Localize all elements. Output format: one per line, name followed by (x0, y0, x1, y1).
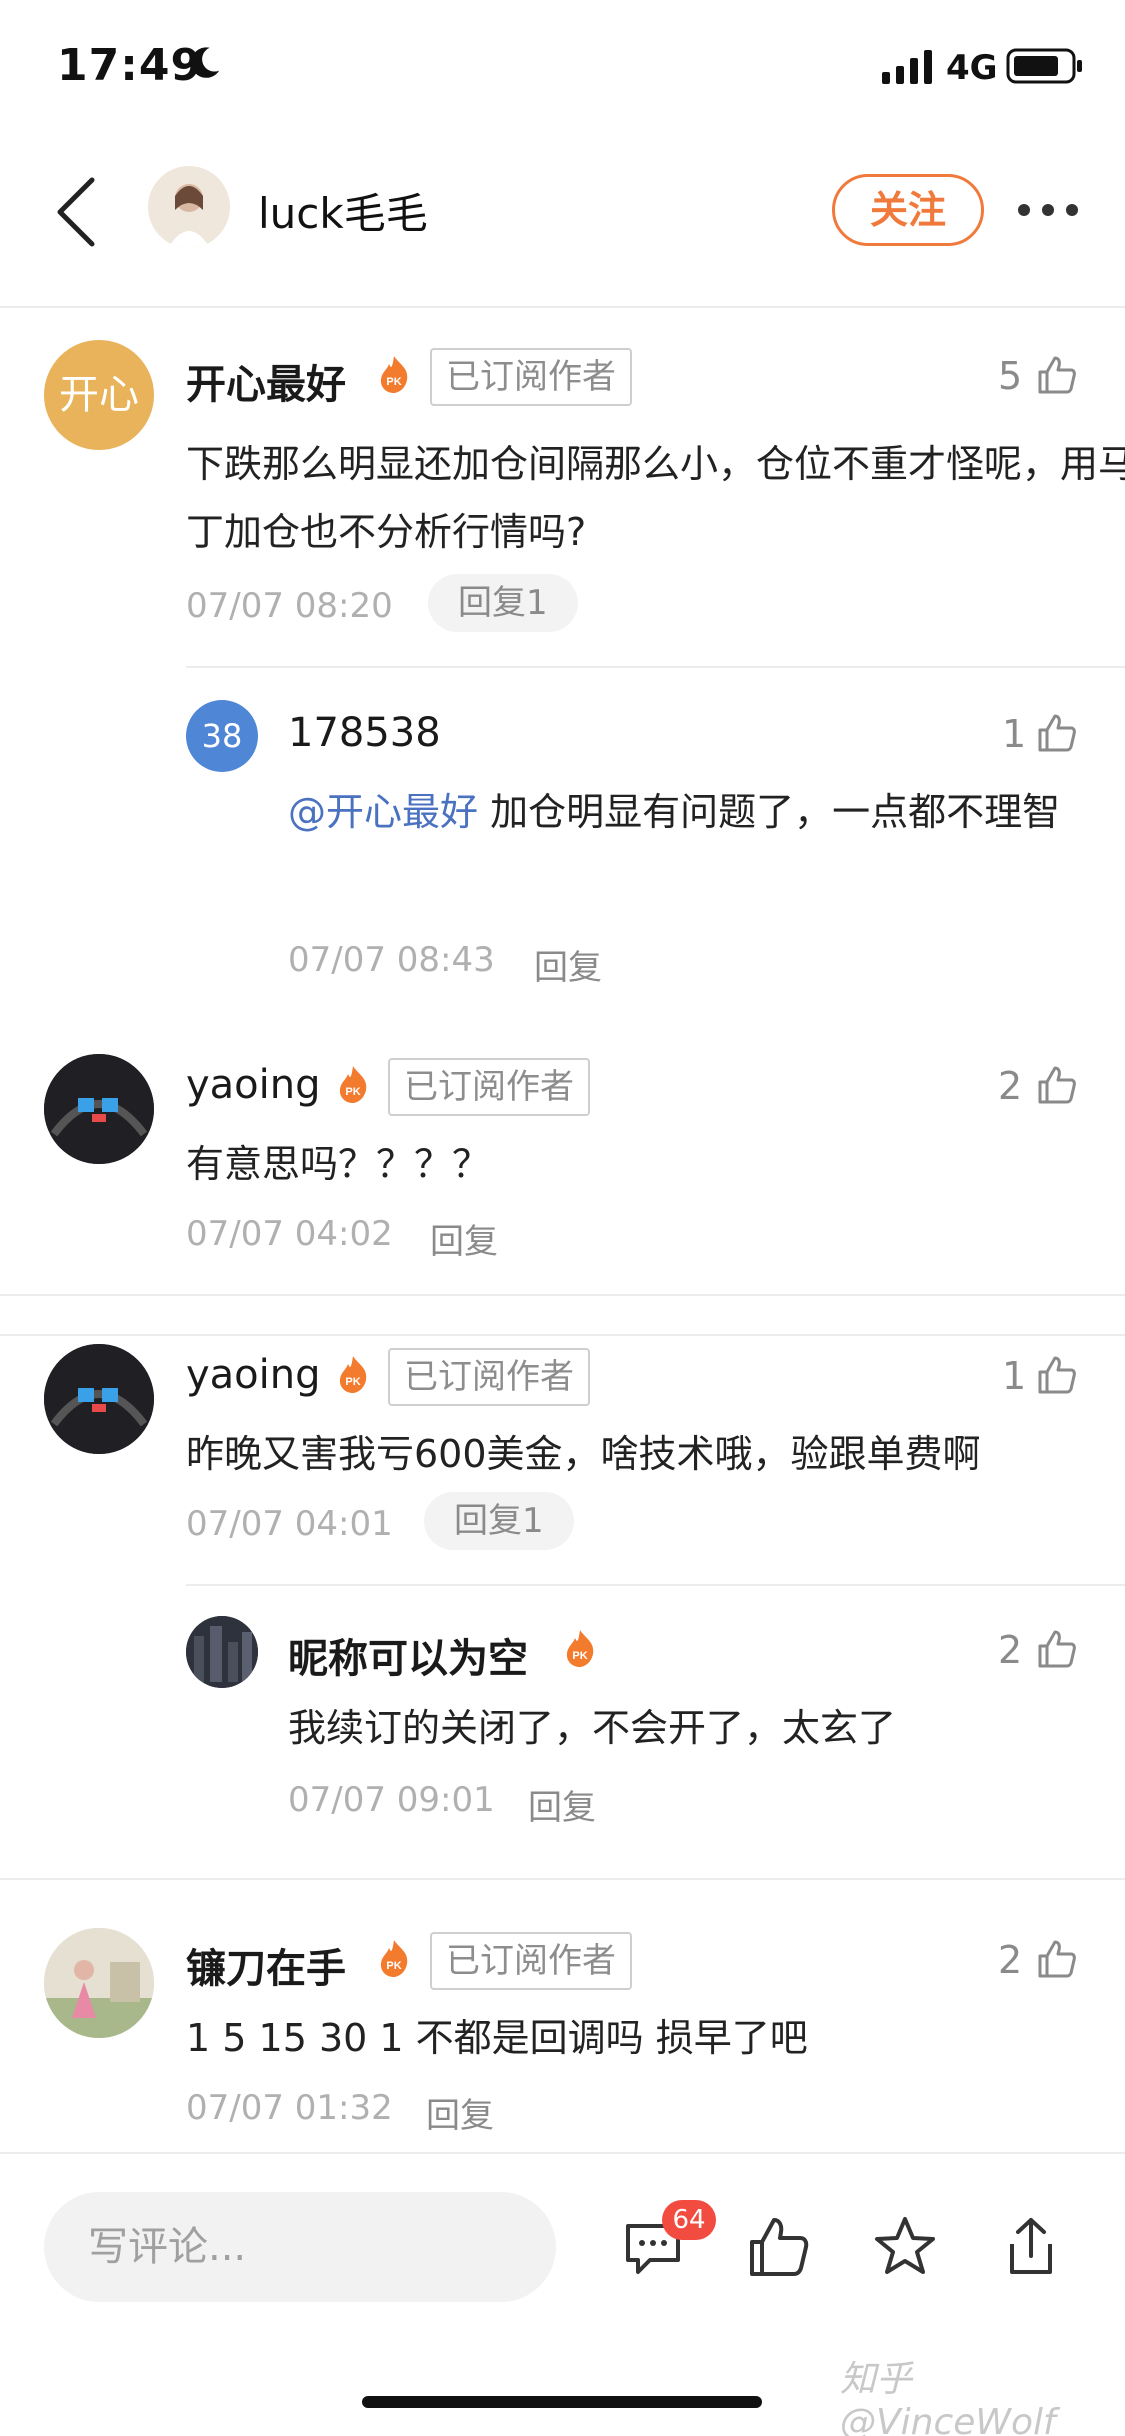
reply-button[interactable]: 回复1 (424, 1492, 574, 1550)
reply-button[interactable]: 回复1 (428, 574, 578, 632)
subscriber-badge: 已订阅作者 (430, 348, 632, 406)
commenter-name[interactable]: yaoing (186, 1062, 321, 1108)
svg-text:PK: PK (345, 1086, 360, 1098)
comment-time: 07/07 09:01 (288, 1780, 495, 1820)
star-icon[interactable] (872, 2214, 938, 2280)
comment-text: 我续订的关闭了，不会开了，太玄了 (288, 1706, 897, 1750)
divider (186, 1584, 1125, 1586)
commenter-avatar[interactable] (44, 1344, 154, 1454)
author-avatar[interactable] (148, 166, 230, 248)
watermark: 知乎 @VinceWolf (840, 2359, 1056, 2436)
like-count: 1 (1002, 712, 1027, 756)
commenter-name[interactable]: 镰刀在手 (186, 1936, 346, 1994)
commenter-name[interactable]: 开心最好 (186, 352, 346, 410)
commenter-avatar[interactable] (186, 1616, 258, 1688)
subscriber-badge: 已订阅作者 (388, 1348, 590, 1406)
reply-button[interactable]: 回复 (528, 1780, 596, 1829)
share-icon[interactable] (998, 2214, 1064, 2280)
subscriber-badge: 已订阅作者 (388, 1058, 590, 1116)
commenter-avatar[interactable]: 38 (186, 700, 258, 772)
pk-fire-icon: PK (566, 1630, 594, 1667)
subscriber-badge: 已订阅作者 (430, 1932, 632, 1990)
like-count: 2 (998, 1064, 1023, 1108)
comment-text: 下跌那么明显还加仓间隔那么小，仓位不重才怪呢，用马丁加仓也不分析行情吗? (186, 442, 1125, 554)
comment-time: 07/07 04:01 (186, 1504, 393, 1544)
thumbs-up-icon[interactable] (1036, 1354, 1078, 1396)
comment-text: 昨晚又害我亏600美金，啥技术哦，验跟单费啊 (186, 1432, 981, 1476)
svg-text:PK: PK (572, 1650, 587, 1662)
more-icon[interactable] (1016, 200, 1080, 220)
comment-time: 07/07 04:02 (186, 1214, 393, 1254)
reply-button[interactable]: 回复 (534, 940, 602, 989)
moon-icon (191, 47, 220, 78)
network-type: 4G (946, 48, 998, 88)
back-arrow-icon[interactable] (52, 174, 100, 250)
pk-fire-icon: PK (339, 1356, 367, 1393)
thumbs-up-icon[interactable] (1036, 1938, 1078, 1980)
comment-body: 加仓明显有问题了，一点都不理智 (478, 790, 1061, 834)
comment-list: 开心 开心最好 PK 已订阅作者 5 下跌那么明显还加仓间隔那么小，仓位不重才怪… (0, 310, 1125, 2152)
author-name[interactable]: luck毛毛 (258, 180, 428, 241)
comment-text: 1 5 15 30 1 不都是回调吗 损早了吧 (186, 2016, 808, 2060)
mention-link[interactable]: @开心最好 (288, 790, 478, 834)
pk-fire-icon: PK (380, 356, 408, 393)
divider (0, 1334, 1125, 1336)
thumbs-up-icon[interactable] (1036, 1064, 1078, 1106)
comment-time: 07/07 08:43 (288, 940, 495, 980)
thumbs-up-icon[interactable] (1036, 354, 1078, 396)
comment-text: 有意思吗？？？？ (186, 1142, 491, 1186)
signal-icon (882, 50, 932, 84)
svg-text:PK: PK (386, 1960, 401, 1972)
reply-button[interactable]: 回复 (426, 2088, 494, 2137)
thumbs-up-icon[interactable] (1036, 712, 1078, 754)
page-header: luck毛毛 关注 (0, 140, 1125, 308)
pk-fire-icon: PK (380, 1940, 408, 1977)
divider (186, 666, 1125, 668)
divider (0, 1878, 1125, 1880)
comment-time: 07/07 01:32 (186, 2088, 393, 2128)
bottom-action-bar: 写评论... 64 知乎 @VinceWolf (0, 2152, 1125, 2436)
thumbs-up-icon[interactable] (1036, 1628, 1078, 1670)
commenter-name[interactable]: yaoing (186, 1352, 321, 1398)
commenter-name[interactable]: 昵称可以为空 (288, 1626, 528, 1684)
like-count: 5 (998, 354, 1023, 398)
commenter-name[interactable]: 178538 (288, 710, 441, 756)
like-count: 2 (998, 1938, 1023, 1982)
comment-count-badge: 64 (662, 2200, 716, 2240)
svg-text:PK: PK (386, 376, 401, 388)
commenter-avatar[interactable]: 开心 (44, 340, 154, 450)
comment-input[interactable]: 写评论... (44, 2192, 556, 2302)
commenter-avatar[interactable] (44, 1928, 154, 2038)
like-count: 1 (1002, 1354, 1027, 1398)
commenter-avatar[interactable] (44, 1054, 154, 1164)
comment-time: 07/07 08:20 (186, 586, 393, 626)
divider (0, 1294, 1125, 1296)
status-bar: 17:49 4G (0, 0, 1125, 140)
like-count: 2 (998, 1628, 1023, 1672)
svg-text:PK: PK (345, 1376, 360, 1388)
battery-icon (1006, 48, 1082, 84)
pk-fire-icon: PK (339, 1066, 367, 1103)
reply-button[interactable]: 回复 (430, 1214, 498, 1263)
thumbs-up-icon[interactable] (746, 2214, 812, 2280)
status-time: 17:49 (57, 40, 203, 91)
home-indicator[interactable] (362, 2396, 762, 2408)
comment-text: @开心最好 加仓明显有问题了，一点都不理智 (288, 778, 1078, 846)
follow-button[interactable]: 关注 (832, 174, 984, 246)
